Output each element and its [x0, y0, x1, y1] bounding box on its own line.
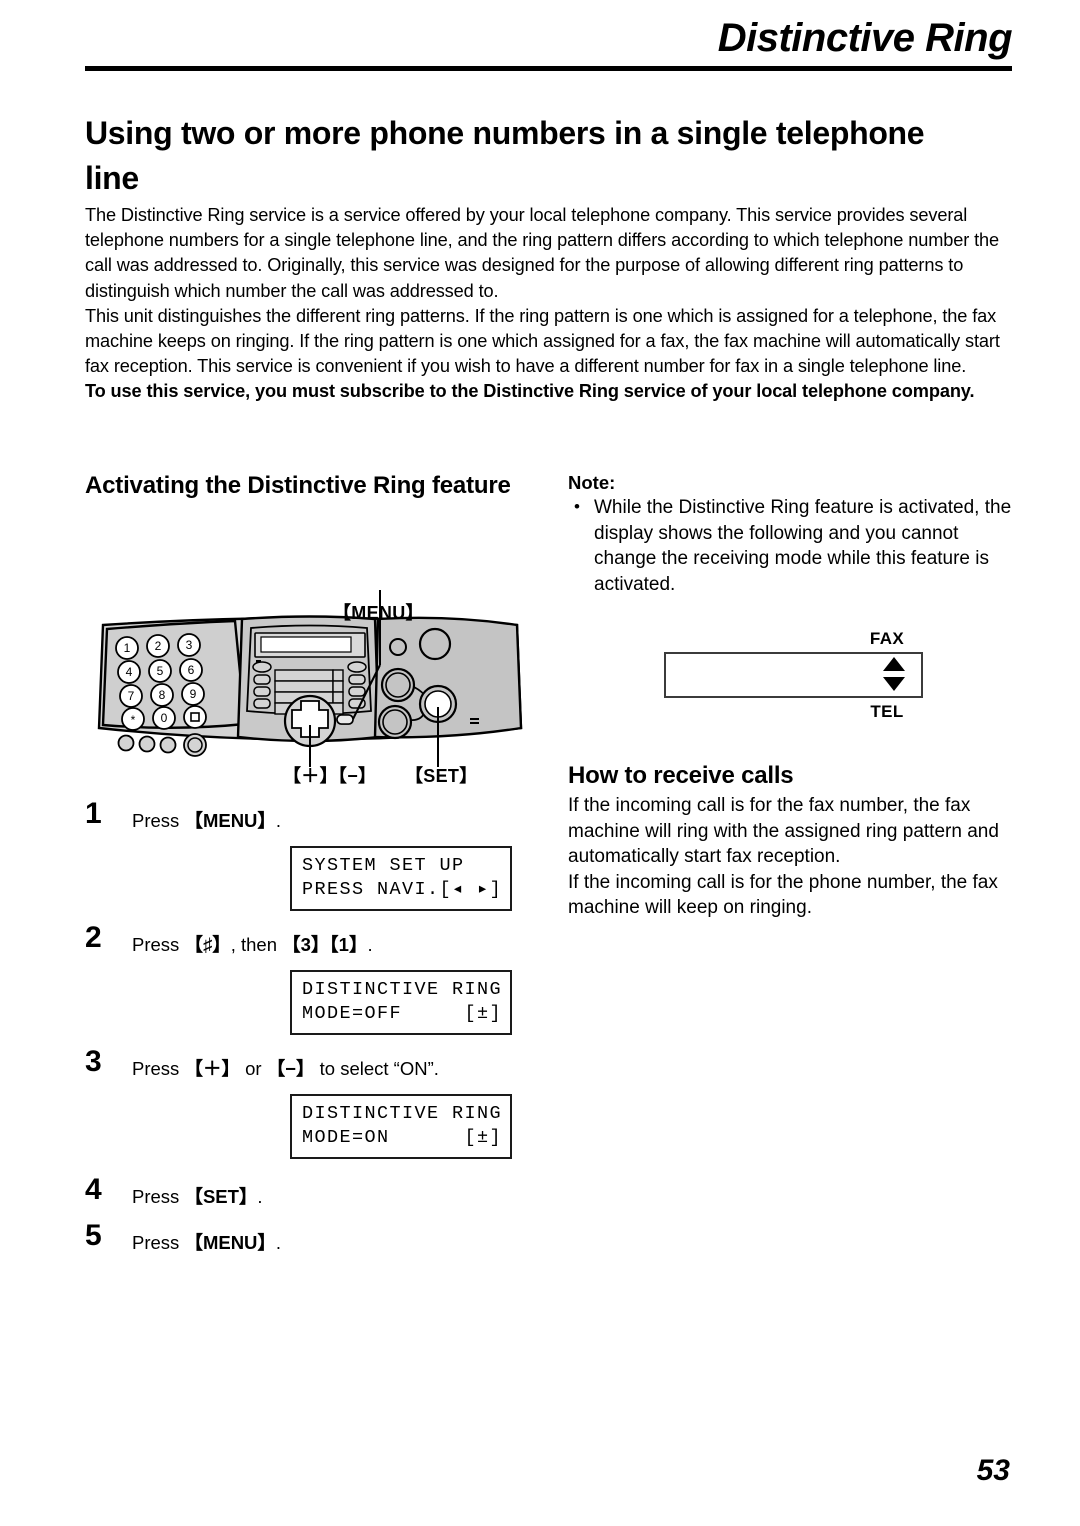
- step-number: 4: [85, 1173, 102, 1206]
- fax-machine-figure: 【MENU】 【＋】【−】 【SET】 1 2 3 4 5 6 7 8 9 * 0: [85, 515, 535, 786]
- step-item: 4 Press 【SET】.: [85, 1173, 535, 1213]
- lcd-line-2: MODE=ON [±]: [302, 1127, 503, 1148]
- step-text: Press 【SET】.: [132, 1186, 263, 1207]
- intro-paragraph-3-bold: To use this service, you must subscribe …: [85, 381, 975, 402]
- lcd-display-wrap: DISTINCTIVE RING MODE=ON [±]: [290, 1094, 512, 1159]
- lcd-display: DISTINCTIVE RING MODE=ON [±]: [290, 1094, 512, 1159]
- lcd-line-1: SYSTEM SET UP: [302, 855, 465, 876]
- button-upper-left-inner: [385, 672, 411, 698]
- lcd-line-1: DISTINCTIVE RING: [302, 1103, 503, 1124]
- lcd-line-2: MODE=OFF [±]: [302, 1003, 503, 1024]
- svg-text:2: 2: [155, 639, 162, 653]
- intro-paragraph-2: This unit distinguishes the different ri…: [85, 305, 1000, 377]
- stop-button[interactable]: [418, 627, 452, 661]
- small-round-button[interactable]: [389, 638, 407, 656]
- callout-label-plus-minus: 【＋】【−】: [283, 766, 377, 786]
- intro-section: The Distinctive Ring service is a servic…: [85, 203, 1015, 405]
- lcd-display-wrap: SYSTEM SET UP PRESS NAVI.[◂ ▸]: [290, 846, 512, 911]
- lcd-display-wrap: DISTINCTIVE RING MODE=OFF [±]: [290, 970, 512, 1035]
- step-text: Press 【♯】, then 【3】【1】.: [132, 934, 373, 955]
- page-header: Distinctive Ring: [85, 14, 1013, 74]
- step-text: Press 【MENU】.: [132, 810, 282, 831]
- page-title: Using two or more phone numbers in a sin…: [85, 115, 925, 197]
- receive-paragraph-1: If the incoming call is for the fax numb…: [568, 795, 999, 867]
- fax-label: FAX: [869, 629, 905, 648]
- step-item: 2 Press 【♯】, then 【3】【1】.: [85, 921, 535, 961]
- how-to-receive-body: If the incoming call is for the fax numb…: [568, 793, 1015, 921]
- receive-paragraph-2: If the incoming call is for the phone nu…: [568, 871, 998, 919]
- section-heading-activating: Activating the Distinctive Ring feature: [85, 472, 511, 499]
- svg-text:6: 6: [188, 663, 195, 677]
- section-heading-how-to-receive: How to receive calls: [568, 762, 794, 789]
- fax-tel-display-figure: FAX TEL: [568, 629, 1015, 734]
- tel-label: TEL: [870, 702, 904, 721]
- svg-text:4: 4: [126, 665, 133, 679]
- lcd-line-2: PRESS NAVI.[◂ ▸]: [302, 879, 503, 900]
- step-text: Press 【MENU】.: [132, 1232, 282, 1253]
- steps-list: 1 Press 【MENU】. SYSTEM SET UP PRESS NAVI…: [85, 797, 535, 1259]
- menu-button[interactable]: [336, 714, 354, 725]
- note-list: While the Distinctive Ring feature is ac…: [568, 494, 1015, 597]
- step-item: 3 Press 【＋】 or 【−】 to select “ON”.: [85, 1045, 535, 1085]
- machine-lcd-inner: [260, 636, 352, 653]
- triangle-up-icon: [883, 657, 905, 671]
- svg-text:8: 8: [159, 688, 166, 702]
- svg-text:*: *: [131, 713, 136, 727]
- svg-text:7: 7: [128, 689, 135, 703]
- header-divider: [85, 66, 1012, 71]
- callout-label-set: 【SET】: [405, 766, 478, 786]
- step-number: 3: [85, 1045, 102, 1078]
- step-text: Press 【＋】 or 【−】 to select “ON”.: [132, 1058, 439, 1079]
- svg-text:3: 3: [186, 638, 193, 652]
- right-column: Note: While the Distinctive Ring feature…: [568, 470, 1015, 921]
- callout-label-menu: 【MENU】: [333, 603, 424, 623]
- step-number: 1: [85, 797, 102, 830]
- lcd-line-1: DISTINCTIVE RING: [302, 979, 503, 1000]
- note-item: While the Distinctive Ring feature is ac…: [568, 494, 1015, 597]
- svg-text:1: 1: [124, 641, 131, 655]
- chapter-title: Distinctive Ring: [717, 16, 1013, 60]
- step-item: 1 Press 【MENU】.: [85, 797, 535, 837]
- button-lower-left-inner: [382, 709, 408, 735]
- page-number: 53: [976, 1454, 1010, 1487]
- step-item: 5 Press 【MENU】.: [85, 1219, 535, 1259]
- lcd-display: SYSTEM SET UP PRESS NAVI.[◂ ▸]: [290, 846, 512, 911]
- svg-text:5: 5: [157, 664, 164, 678]
- function-button-large-inner: [187, 737, 203, 753]
- left-column: Activating the Distinctive Ring feature …: [85, 470, 535, 1259]
- triangle-down-icon: [883, 677, 905, 691]
- fax-machine-illustration: 1 2 3 4 5 6 7 8 9 * 0: [97, 590, 523, 767]
- step-number: 5: [85, 1219, 102, 1252]
- lcd-display: DISTINCTIVE RING MODE=OFF [±]: [290, 970, 512, 1035]
- svg-text:9: 9: [190, 687, 197, 701]
- step-number: 2: [85, 921, 102, 954]
- note-heading: Note:: [568, 472, 616, 493]
- svg-text:0: 0: [161, 711, 168, 725]
- intro-paragraph-1: The Distinctive Ring service is a servic…: [85, 205, 1000, 301]
